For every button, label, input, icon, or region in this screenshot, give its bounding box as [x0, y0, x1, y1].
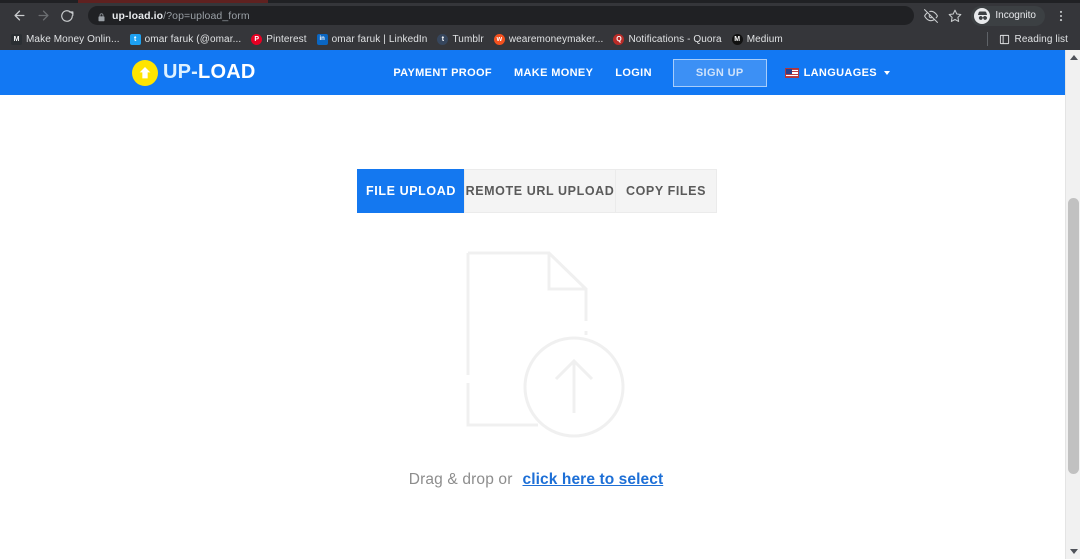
file-drop-zone[interactable]: Drag & drop or click here to select [0, 243, 1072, 489]
tab-remote-url-upload[interactable]: REMOTE URL UPLOAD [464, 169, 616, 213]
tab-file-upload[interactable]: FILE UPLOAD [357, 169, 465, 213]
upload-mode-tabs: FILE UPLOAD REMOTE URL UPLOAD COPY FILES [357, 169, 1072, 213]
bookmark-label: Pinterest [266, 33, 307, 45]
bookmark-favicon: t [129, 33, 141, 45]
browser-toolbar: up-load.io/?op=upload_form Incognito [0, 3, 1080, 28]
divider [986, 32, 988, 46]
bookmark-favicon: t [437, 33, 449, 45]
nav-link-payment-proof[interactable]: PAYMENT PROOF [382, 67, 503, 79]
bookmark-item[interactable]: M Make Money Onlin... [6, 30, 125, 48]
toolbar-right-actions: Incognito [920, 5, 1072, 27]
incognito-label: Incognito [995, 10, 1036, 21]
bookmark-item[interactable]: w wearemoneymaker... [489, 30, 609, 48]
star-icon[interactable] [944, 5, 966, 27]
drop-text: Drag & drop or [408, 471, 513, 488]
url-host: up-load.io [112, 9, 164, 22]
tab-copy-files[interactable]: COPY FILES [615, 169, 717, 213]
languages-label: LANGUAGES [803, 66, 877, 79]
site-nav: PAYMENT PROOF MAKE MONEY LOGIN SIGN UP L… [382, 58, 890, 87]
reload-icon[interactable] [56, 5, 78, 27]
bookmark-favicon: Q [613, 33, 625, 45]
incognito-indicator[interactable]: Incognito [971, 5, 1045, 26]
incognito-avatar-icon [974, 7, 991, 24]
chevron-down-icon [884, 70, 890, 75]
url-path: /?op=upload_form [163, 9, 250, 22]
web-page: UP-LOAD PAYMENT PROOF MAKE MONEY LOGIN S… [0, 50, 1080, 559]
bookmark-favicon: P [251, 33, 263, 45]
lock-icon [97, 10, 106, 22]
nav-link-make-money[interactable]: MAKE MONEY [503, 67, 604, 79]
bookmark-item[interactable]: Q Notifications - Quora [608, 30, 726, 48]
bookmark-label: Notifications - Quora [628, 33, 722, 45]
bookmark-label: Tumblr [452, 33, 484, 45]
eye-slash-icon[interactable] [920, 5, 942, 27]
site-logo[interactable]: UP-LOAD [132, 59, 256, 86]
bookmark-item[interactable]: P Pinterest [246, 30, 311, 48]
reading-list-label: Reading list [1014, 33, 1068, 45]
us-flag-icon [784, 67, 799, 78]
browser-chrome: up-load.io/?op=upload_form Incognito M M [0, 0, 1080, 50]
bookmark-favicon: w [493, 33, 505, 45]
site-logo-text: UP-LOAD [163, 61, 256, 84]
sign-up-button[interactable]: SIGN UP [672, 58, 767, 87]
reading-list-icon [999, 34, 1010, 45]
url-text: up-load.io/?op=upload_form [112, 10, 250, 22]
bookmark-label: wearemoneymaker... [508, 33, 604, 45]
bookmark-favicon: M [11, 33, 22, 45]
bookmark-label: omar faruk | LinkedIn [331, 33, 428, 45]
drop-instructions: Drag & drop or click here to select [409, 443, 663, 489]
bookmark-item[interactable]: in omar faruk | LinkedIn [312, 30, 433, 48]
bookmarks-bar: M Make Money Onlin... t omar faruk (@oma… [0, 28, 1080, 50]
reading-list-button[interactable]: Reading list [993, 34, 1074, 45]
kebab-menu-icon[interactable] [1050, 5, 1072, 27]
scroll-up-arrow-icon[interactable] [1066, 50, 1080, 65]
bookmark-label: Medium [746, 33, 783, 45]
bookmark-favicon: M [731, 33, 743, 45]
page-content: FILE UPLOAD REMOTE URL UPLOAD COPY FILES… [0, 169, 1072, 489]
bookmark-label: omar faruk (@omar... [144, 33, 242, 45]
bookmark-label: Make Money Onlin... [26, 33, 120, 45]
bookmark-item[interactable]: t omar faruk (@omar... [125, 30, 247, 48]
page-scrollbar[interactable] [1065, 50, 1080, 559]
logo-text-load: LOAD [198, 61, 256, 83]
nav-link-login[interactable]: LOGIN [604, 67, 663, 79]
back-arrow-icon[interactable] [8, 5, 30, 27]
bookmark-item[interactable]: M Medium [727, 30, 788, 48]
forward-arrow-icon[interactable] [32, 5, 54, 27]
languages-dropdown[interactable]: LANGUAGES [777, 67, 890, 79]
logo-text-up: UP- [163, 61, 199, 83]
address-bar[interactable]: up-load.io/?op=upload_form [88, 6, 915, 25]
bookmark-favicon: in [316, 33, 328, 45]
site-header: UP-LOAD PAYMENT PROOF MAKE MONEY LOGIN S… [0, 50, 1072, 95]
upload-arrow-logo-icon [132, 59, 158, 86]
file-upload-illustration-icon [446, 243, 626, 443]
click-here-to-select-link[interactable]: click here to select [523, 471, 664, 489]
scroll-down-arrow-icon[interactable] [1066, 544, 1080, 559]
bookmark-item[interactable]: t Tumblr [432, 30, 488, 48]
scrollbar-thumb[interactable] [1068, 198, 1079, 474]
